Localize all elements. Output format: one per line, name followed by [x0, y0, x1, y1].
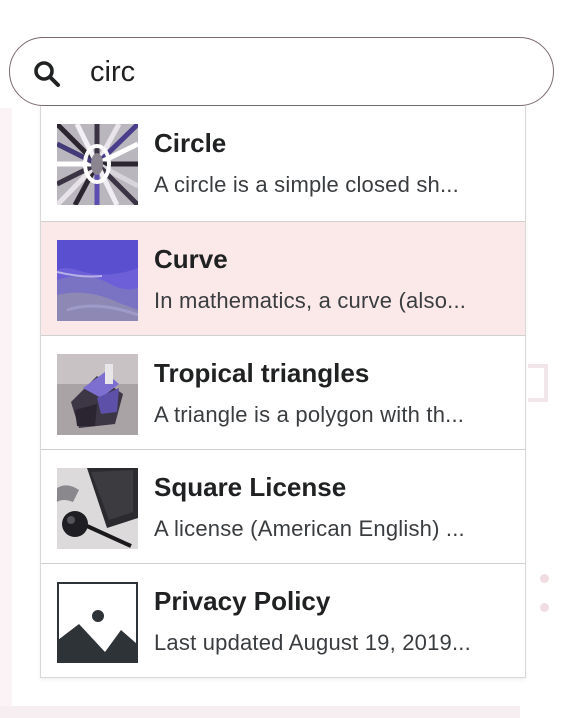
search-result-circle[interactable]: Circle A circle is a simple closed sh... [41, 106, 525, 221]
desk-items-photo-image [57, 468, 138, 549]
result-title: Tropical triangles [154, 358, 370, 388]
search-result-curve[interactable]: Curve In mathematics, a curve (also... [41, 221, 525, 335]
search-page: Circle A circle is a simple closed sh...… [0, 0, 566, 718]
search-suggestions: Circle A circle is a simple closed sh...… [40, 106, 526, 678]
search-input[interactable] [90, 50, 530, 94]
purple-abstract-image [57, 240, 138, 321]
result-description: A license (American English) ... [154, 516, 465, 541]
background-strip [0, 706, 520, 718]
search-result-tropical-triangles[interactable]: Tropical triangles A triangle is a polyg… [41, 335, 525, 449]
result-title: Circle [154, 128, 227, 158]
search-box[interactable] [9, 37, 554, 106]
result-title: Curve [154, 244, 228, 274]
background-dot [540, 574, 549, 583]
result-description: Last updated August 19, 2019... [154, 630, 471, 655]
result-title: Privacy Policy [154, 586, 331, 616]
search-result-privacy-policy[interactable]: Privacy Policy Last updated August 19, 2… [41, 563, 525, 677]
search-result-square-license[interactable]: Square License A license (American Engli… [41, 449, 525, 563]
result-description: A circle is a simple closed sh... [154, 172, 459, 197]
result-title: Square License [154, 472, 347, 502]
image-placeholder-icon [57, 582, 138, 663]
sculpture-photo-image [57, 354, 138, 435]
circle-pattern-image [57, 124, 138, 205]
background-bracket [528, 364, 548, 402]
search-icon[interactable] [33, 60, 61, 88]
result-description: A triangle is a polygon with th... [154, 402, 465, 427]
result-description: In mathematics, a curve (also... [154, 288, 467, 313]
background-dot [540, 603, 549, 612]
background-panel [0, 108, 12, 708]
